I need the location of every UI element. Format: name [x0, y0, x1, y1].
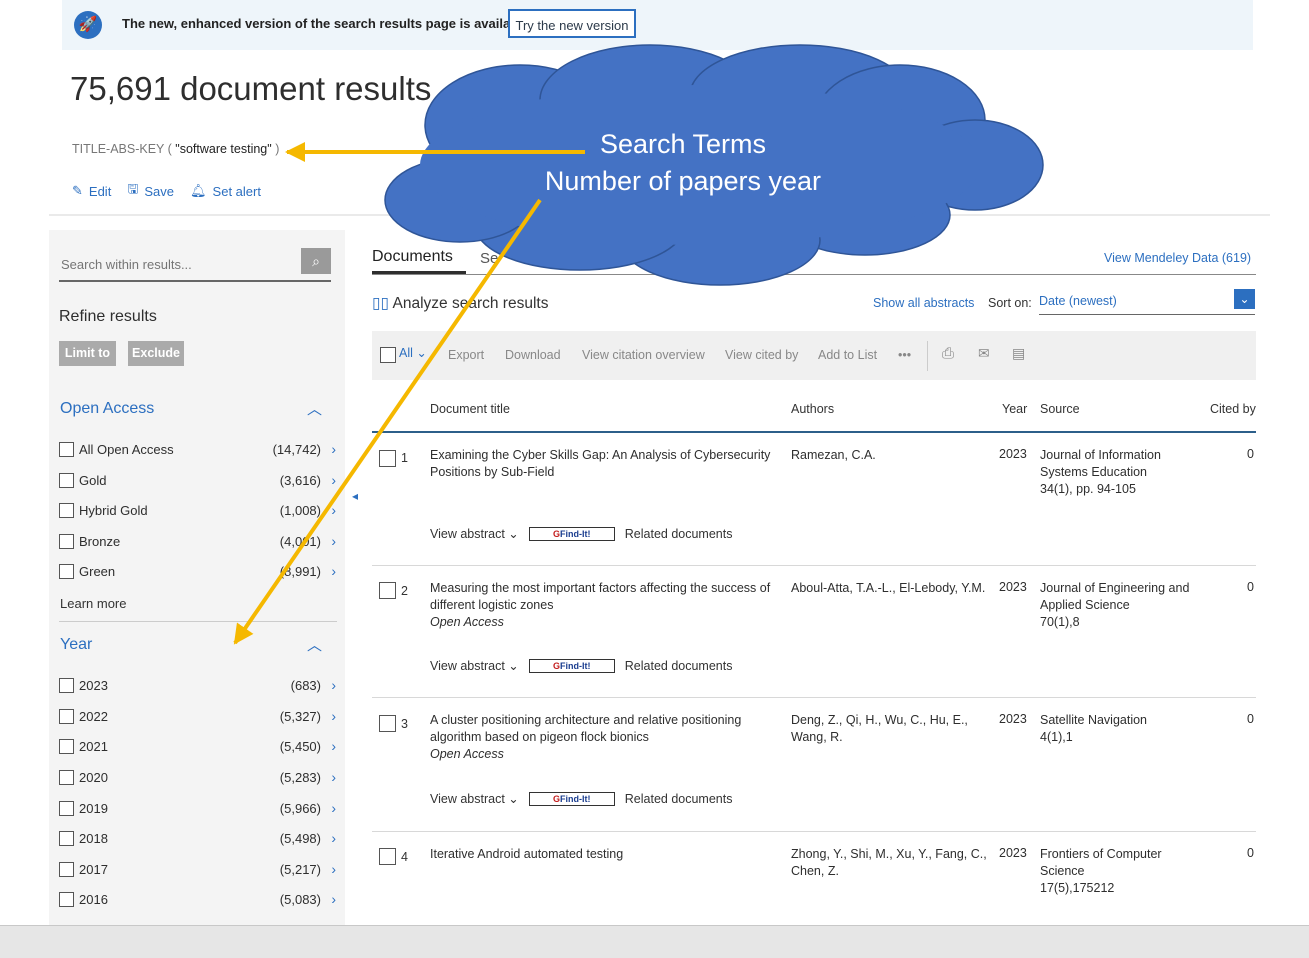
- annotation-line-2: Number of papers year: [545, 166, 821, 196]
- annotation-overlay: Search Terms Number of papers year: [233, 44, 1044, 645]
- callout-cloud: [384, 44, 1044, 286]
- arrow-to-year-facet: [233, 198, 542, 645]
- annotation-line-1: Search Terms: [600, 129, 766, 159]
